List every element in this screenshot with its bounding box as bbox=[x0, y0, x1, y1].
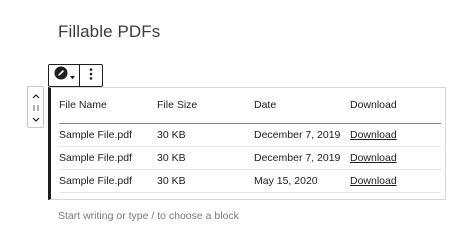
chevron-down-icon bbox=[32, 110, 40, 128]
files-table: File Name File Size Date Download Sample… bbox=[59, 88, 441, 193]
header-download[interactable]: Download bbox=[350, 88, 441, 124]
table-block[interactable]: File Name File Size Date Download Sample… bbox=[48, 87, 446, 200]
block-switcher-button[interactable] bbox=[49, 65, 80, 86]
cell-download[interactable]: Download bbox=[350, 169, 441, 193]
table-row: Sample File.pdf 30 KB May 15, 2020 Downl… bbox=[59, 169, 441, 193]
cell-file-name[interactable]: Sample File.pdf bbox=[59, 146, 157, 170]
header-date[interactable]: Date bbox=[254, 88, 350, 124]
table-header-row: File Name File Size Date Download bbox=[59, 88, 441, 124]
more-options-button[interactable] bbox=[80, 65, 102, 86]
download-link[interactable]: Download bbox=[350, 129, 397, 141]
download-link[interactable]: Download bbox=[350, 175, 397, 187]
cell-file-size[interactable]: 30 KB bbox=[157, 146, 254, 170]
cell-file-size[interactable]: 30 KB bbox=[157, 169, 254, 193]
move-down-button[interactable] bbox=[28, 113, 43, 125]
cell-date[interactable]: December 7, 2019 bbox=[254, 146, 350, 170]
table-row: Sample File.pdf 30 KB December 7, 2019 D… bbox=[59, 123, 441, 147]
cell-download[interactable]: Download bbox=[350, 123, 441, 147]
pen-icon bbox=[54, 66, 68, 85]
cell-download[interactable]: Download bbox=[350, 146, 441, 170]
block-mover bbox=[27, 86, 44, 128]
download-link[interactable]: Download bbox=[350, 152, 397, 164]
header-file-size[interactable]: File Size bbox=[157, 88, 254, 124]
block-toolbar bbox=[48, 64, 103, 87]
cell-date[interactable]: December 7, 2019 bbox=[254, 123, 350, 147]
cell-file-size[interactable]: 30 KB bbox=[157, 123, 254, 147]
table-row: Sample File.pdf 30 KB December 7, 2019 D… bbox=[59, 146, 441, 170]
chevron-down-icon bbox=[69, 67, 75, 85]
page-title: Fillable PDFs bbox=[58, 22, 161, 41]
vertical-ellipsis-icon bbox=[89, 67, 93, 85]
header-file-name[interactable]: File Name bbox=[59, 88, 157, 124]
block-appender-placeholder[interactable]: Start writing or type / to choose a bloc… bbox=[58, 210, 239, 222]
cell-file-name[interactable]: Sample File.pdf bbox=[59, 123, 157, 147]
cell-file-name[interactable]: Sample File.pdf bbox=[59, 169, 157, 193]
cell-date[interactable]: May 15, 2020 bbox=[254, 169, 350, 193]
